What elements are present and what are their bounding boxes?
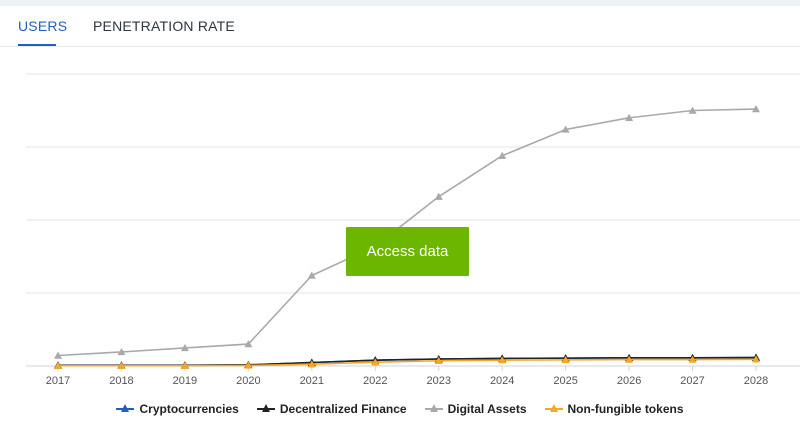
- x-tick-label: 2025: [553, 375, 577, 387]
- legend-swatch-digital-assets: [424, 404, 443, 414]
- legend-swatch-cryptocurrencies: [116, 404, 135, 414]
- legend-item-digital-assets[interactable]: Digital Assets: [424, 402, 527, 416]
- legend-label: Decentralized Finance: [279, 402, 407, 416]
- chart-legend: Cryptocurrencies Decentralized Finance D…: [0, 399, 800, 419]
- x-tick-label: 2019: [173, 375, 197, 387]
- legend-label: Cryptocurrencies: [139, 402, 239, 416]
- x-tick-label: 2018: [109, 375, 133, 387]
- legend-item-decentralized-finance[interactable]: Decentralized Finance: [256, 402, 407, 416]
- legend-swatch-decentralized-finance: [256, 404, 275, 414]
- legend-label: Non-fungible tokens: [567, 402, 684, 416]
- x-tick-label: 2022: [363, 375, 387, 387]
- data-point: [307, 271, 316, 279]
- legend-item-cryptocurrencies[interactable]: Cryptocurrencies: [116, 402, 239, 416]
- x-axis: 2017 2018 2019 2020 2021 2022 2023 2024 2025 2026…: [26, 365, 800, 387]
- access-data-button[interactable]: Access data: [346, 227, 469, 276]
- x-tick-label: 2026: [617, 375, 641, 387]
- tab-bar: USERS PENETRATION RATE: [0, 6, 800, 47]
- legend-label: Digital Assets: [447, 402, 527, 416]
- x-tick-label: 2017: [46, 375, 70, 387]
- x-tick-label: 2028: [744, 375, 768, 387]
- legend-swatch-non-fungible-tokens: [544, 404, 563, 414]
- tab-users[interactable]: USERS: [18, 18, 67, 34]
- legend-item-non-fungible-tokens[interactable]: Non-fungible tokens: [544, 402, 684, 416]
- data-point: [434, 192, 443, 200]
- x-tick-label: 2020: [236, 375, 260, 387]
- x-tick-label: 2023: [426, 375, 450, 387]
- x-tick-label: 2021: [300, 375, 324, 387]
- x-tick-label: 2027: [680, 375, 704, 387]
- tab-penetration-rate[interactable]: PENETRATION RATE: [93, 18, 235, 34]
- x-tick-label: 2024: [490, 375, 514, 387]
